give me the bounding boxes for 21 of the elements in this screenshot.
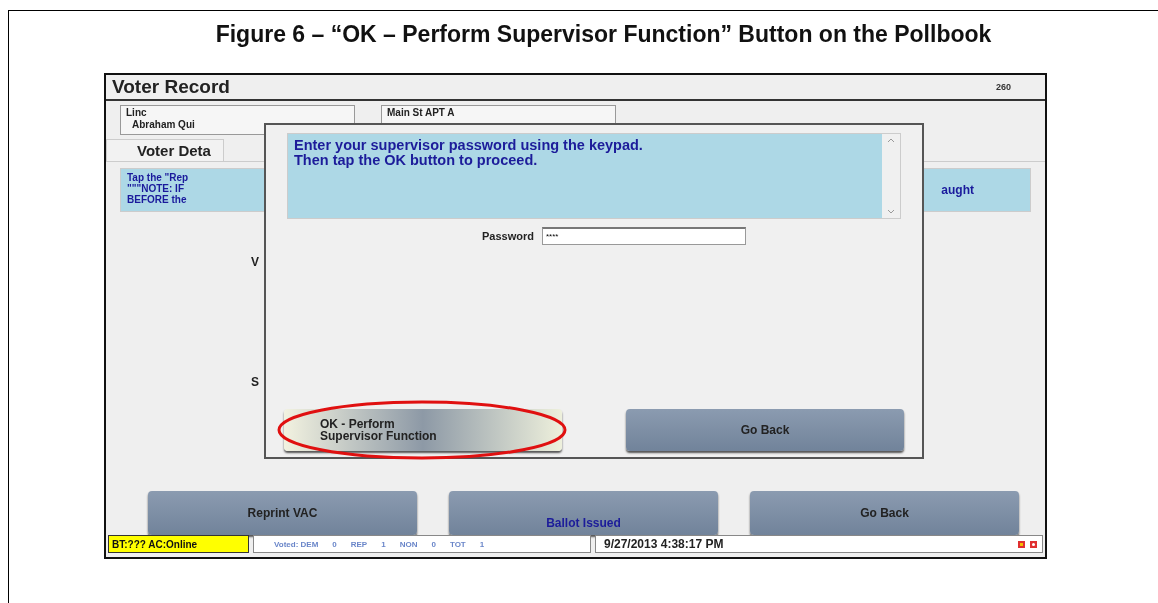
voter-details-tab[interactable]: Voter Deta bbox=[106, 139, 224, 161]
window-title: Voter Record bbox=[112, 76, 230, 98]
scroll-down-icon[interactable] bbox=[887, 209, 895, 214]
dialog-message: Enter your supervisor password using the keypad. Then tap the OK button to proceed. bbox=[293, 136, 644, 170]
action-button[interactable]: Ballot Issued bbox=[449, 491, 718, 535]
scroll-up-icon[interactable] bbox=[887, 138, 895, 143]
field-label: V bbox=[251, 255, 260, 269]
connection-status: BT:??? AC:Online bbox=[108, 535, 249, 553]
vote-tally: Voted: DEM 0 REP 1 NON 0 TOT 1 bbox=[253, 535, 591, 553]
ok-button[interactable]: OK - Perform Supervisor Function bbox=[284, 409, 562, 451]
action-button[interactable]: Reprint VAC bbox=[148, 491, 417, 535]
figure-caption: Figure 6 – “OK – Perform Supervisor Function” Button on the Pollbook bbox=[214, 20, 993, 49]
field-label: S bbox=[251, 375, 260, 389]
status-icon bbox=[1017, 539, 1026, 549]
status-icon bbox=[1029, 539, 1038, 549]
go-back-button[interactable]: Go Back bbox=[626, 409, 904, 451]
record-number: 260 bbox=[995, 82, 1011, 92]
action-button[interactable]: Go Back bbox=[750, 491, 1019, 535]
password-label: Password bbox=[482, 230, 534, 242]
password-field[interactable]: **** bbox=[542, 227, 746, 245]
date-time: 9/27/2013 4:38:17 PM bbox=[604, 537, 725, 551]
